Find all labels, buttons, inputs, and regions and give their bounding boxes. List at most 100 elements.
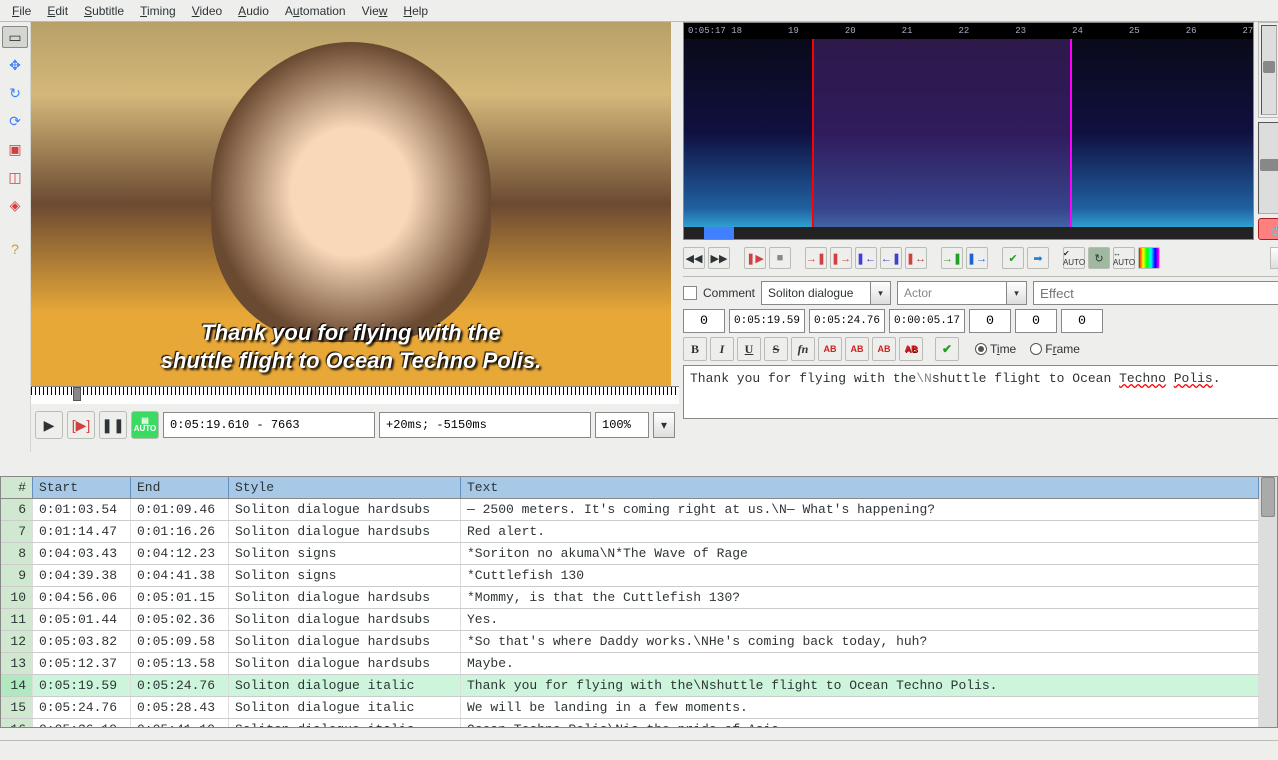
auto-scroll-button[interactable]: ↔AUTO <box>1113 247 1135 269</box>
pause-button[interactable]: ❚❚ <box>99 411 127 439</box>
underline-button[interactable]: U <box>737 337 761 361</box>
video-zoom-input[interactable] <box>595 412 649 438</box>
video-seek-bar[interactable] <box>31 386 679 404</box>
end-time-input[interactable] <box>809 309 885 333</box>
next-line-button[interactable]: ▶▶ <box>708 247 730 269</box>
table-row[interactable]: 90:04:39.380:04:41.38Soliton signs*Cuttl… <box>1 565 1259 587</box>
frame-radio-label: Frame <box>1045 342 1080 356</box>
secondary-color-button[interactable]: AB <box>845 337 869 361</box>
menu-subtitle[interactable]: Subtitle <box>76 2 132 20</box>
auto-commit-button[interactable]: ✔AUTO <box>1063 247 1085 269</box>
actor-dropdown[interactable]: Actor▾ <box>897 281 1027 305</box>
prev-line-button[interactable]: ◀◀ <box>683 247 705 269</box>
effect-input[interactable] <box>1033 281 1278 305</box>
tool-vector-clip[interactable]: ◈ <box>2 194 28 216</box>
audio-scrollbar[interactable] <box>684 227 1253 239</box>
font-button[interactable]: fn <box>791 337 815 361</box>
play-button[interactable]: ▶ <box>35 411 63 439</box>
start-time-input[interactable] <box>729 309 805 333</box>
menu-automation[interactable]: Automation <box>277 2 354 20</box>
lead-in-button[interactable]: →❚ <box>941 247 963 269</box>
outline-color-button[interactable]: AB <box>872 337 896 361</box>
video-time-input[interactable] <box>163 412 375 438</box>
lead-out-button[interactable]: ❚→ <box>966 247 988 269</box>
primary-color-button[interactable]: AB <box>818 337 842 361</box>
table-row[interactable]: 110:05:01.440:05:02.36Soliton dialogue h… <box>1 609 1259 631</box>
tool-standard[interactable]: ▭ <box>2 26 28 48</box>
italic-button[interactable]: I <box>710 337 734 361</box>
play-before-start-button[interactable]: →❚ <box>805 247 827 269</box>
play-to-end-button[interactable]: ❚↔ <box>905 247 927 269</box>
tool-rotate-xy[interactable]: ⟳ <box>2 110 28 132</box>
menu-view[interactable]: View <box>354 2 396 20</box>
visual-tool-toolbar: ▭ ✥ ↻ ⟳ ▣ ◫ ◈ ? <box>0 22 31 452</box>
table-row[interactable]: 140:05:19.590:05:24.76Soliton dialogue i… <box>1 675 1259 697</box>
menu-video[interactable]: Video <box>184 2 230 20</box>
audio-spectrum[interactable] <box>684 39 1253 227</box>
autoscroll-button[interactable]: ▤AUTO <box>131 411 159 439</box>
time-radio-label: Time <box>990 342 1016 356</box>
status-bar <box>0 740 1278 760</box>
commit-button[interactable]: ✔ <box>1002 247 1024 269</box>
audio-timeline-ruler[interactable]: 0:05:17 18192021222324252627 <box>684 23 1253 39</box>
tool-scale[interactable]: ▣ <box>2 138 28 160</box>
play-after-end-button[interactable]: ←❚ <box>880 247 902 269</box>
comment-checkbox[interactable] <box>683 286 697 300</box>
play-line-button[interactable]: [▶] <box>67 411 95 439</box>
zoom-dropdown-button[interactable]: ▾ <box>653 412 675 438</box>
table-row[interactable]: 160:05:36.190:05:41.19Soliton dialogue i… <box>1 719 1259 727</box>
audio-toolbar-menu[interactable]: ▾ <box>1270 247 1278 269</box>
table-row[interactable]: 150:05:24.760:05:28.43Soliton dialogue i… <box>1 697 1259 719</box>
menu-audio[interactable]: Audio <box>230 2 277 20</box>
go-button[interactable]: ➡ <box>1027 247 1049 269</box>
tool-clip[interactable]: ◫ <box>2 166 28 188</box>
grid-header[interactable]: # Start End Style Text <box>1 477 1259 499</box>
menubar: File Edit Subtitle Timing Video Audio Au… <box>0 0 1278 22</box>
play-after-start-button[interactable]: ❚→ <box>830 247 852 269</box>
video-panel: Thank you for flying with the shuttle fl… <box>31 22 679 452</box>
auto-next-button[interactable]: ↻ <box>1088 247 1110 269</box>
video-preview[interactable]: Thank you for flying with the shuttle fl… <box>31 22 671 386</box>
layer-input[interactable] <box>683 309 725 333</box>
menu-timing[interactable]: Timing <box>132 2 184 20</box>
video-offset-input[interactable] <box>379 412 591 438</box>
margin-left-input[interactable] <box>969 309 1011 333</box>
time-radio[interactable] <box>975 343 987 355</box>
table-row[interactable]: 130:05:12.370:05:13.58Soliton dialogue h… <box>1 653 1259 675</box>
volume-slider[interactable] <box>1258 122 1278 214</box>
duration-input[interactable] <box>889 309 965 333</box>
shadow-color-button[interactable]: AB <box>899 337 923 361</box>
strikeout-button[interactable]: S <box>764 337 788 361</box>
seek-handle[interactable] <box>73 387 81 401</box>
play-selection-button[interactable]: ❚▶ <box>744 247 766 269</box>
subtitle-editor: Comment Soliton dialogue▾ Actor▾ B <box>683 276 1278 423</box>
table-row[interactable]: 70:01:14.470:01:16.26Soliton dialogue ha… <box>1 521 1259 543</box>
menu-edit[interactable]: Edit <box>39 2 76 20</box>
grid-scrollbar[interactable] <box>1259 477 1277 727</box>
table-row[interactable]: 60:01:03.540:01:09.46Soliton dialogue ha… <box>1 499 1259 521</box>
help-icon[interactable]: ? <box>2 238 28 260</box>
margin-vertical-input[interactable] <box>1061 309 1103 333</box>
table-row[interactable]: 100:04:56.060:05:01.15Soliton dialogue h… <box>1 587 1259 609</box>
frame-radio[interactable] <box>1030 343 1042 355</box>
horizontal-zoom-slider[interactable] <box>1261 25 1277 115</box>
commit-text-button[interactable]: ✔ <box>935 337 959 361</box>
tool-drag[interactable]: ✥ <box>2 54 28 76</box>
menu-help[interactable]: Help <box>395 2 436 20</box>
tool-rotate-z[interactable]: ↻ <box>2 82 28 104</box>
audio-selection[interactable] <box>812 39 1072 227</box>
subtitle-text-editor[interactable]: Thank you for flying with the\Nshuttle f… <box>683 365 1278 419</box>
bold-button[interactable]: B <box>683 337 707 361</box>
play-before-end-button[interactable]: ❚← <box>855 247 877 269</box>
audio-sliders: 🔗 <box>1258 22 1278 240</box>
table-row[interactable]: 120:05:03.820:05:09.58Soliton dialogue h… <box>1 631 1259 653</box>
table-row[interactable]: 80:04:03.430:04:12.23Soliton signs*Sorit… <box>1 543 1259 565</box>
audio-toolbar: ◀◀ ▶▶ ❚▶ ■ →❚ ❚→ ❚← ←❚ ❚↔ →❚ ❚→ ✔ ➡ ✔AUT… <box>683 244 1278 272</box>
subtitle-grid: # Start End Style Text 60:01:03.540:01:0… <box>0 476 1278 728</box>
style-dropdown[interactable]: Soliton dialogue▾ <box>761 281 891 305</box>
link-sliders-button[interactable]: 🔗 <box>1258 218 1278 240</box>
menu-file[interactable]: File <box>4 2 39 20</box>
margin-right-input[interactable] <box>1015 309 1057 333</box>
stop-button[interactable]: ■ <box>769 247 791 269</box>
spectrum-mode-button[interactable] <box>1138 247 1160 269</box>
